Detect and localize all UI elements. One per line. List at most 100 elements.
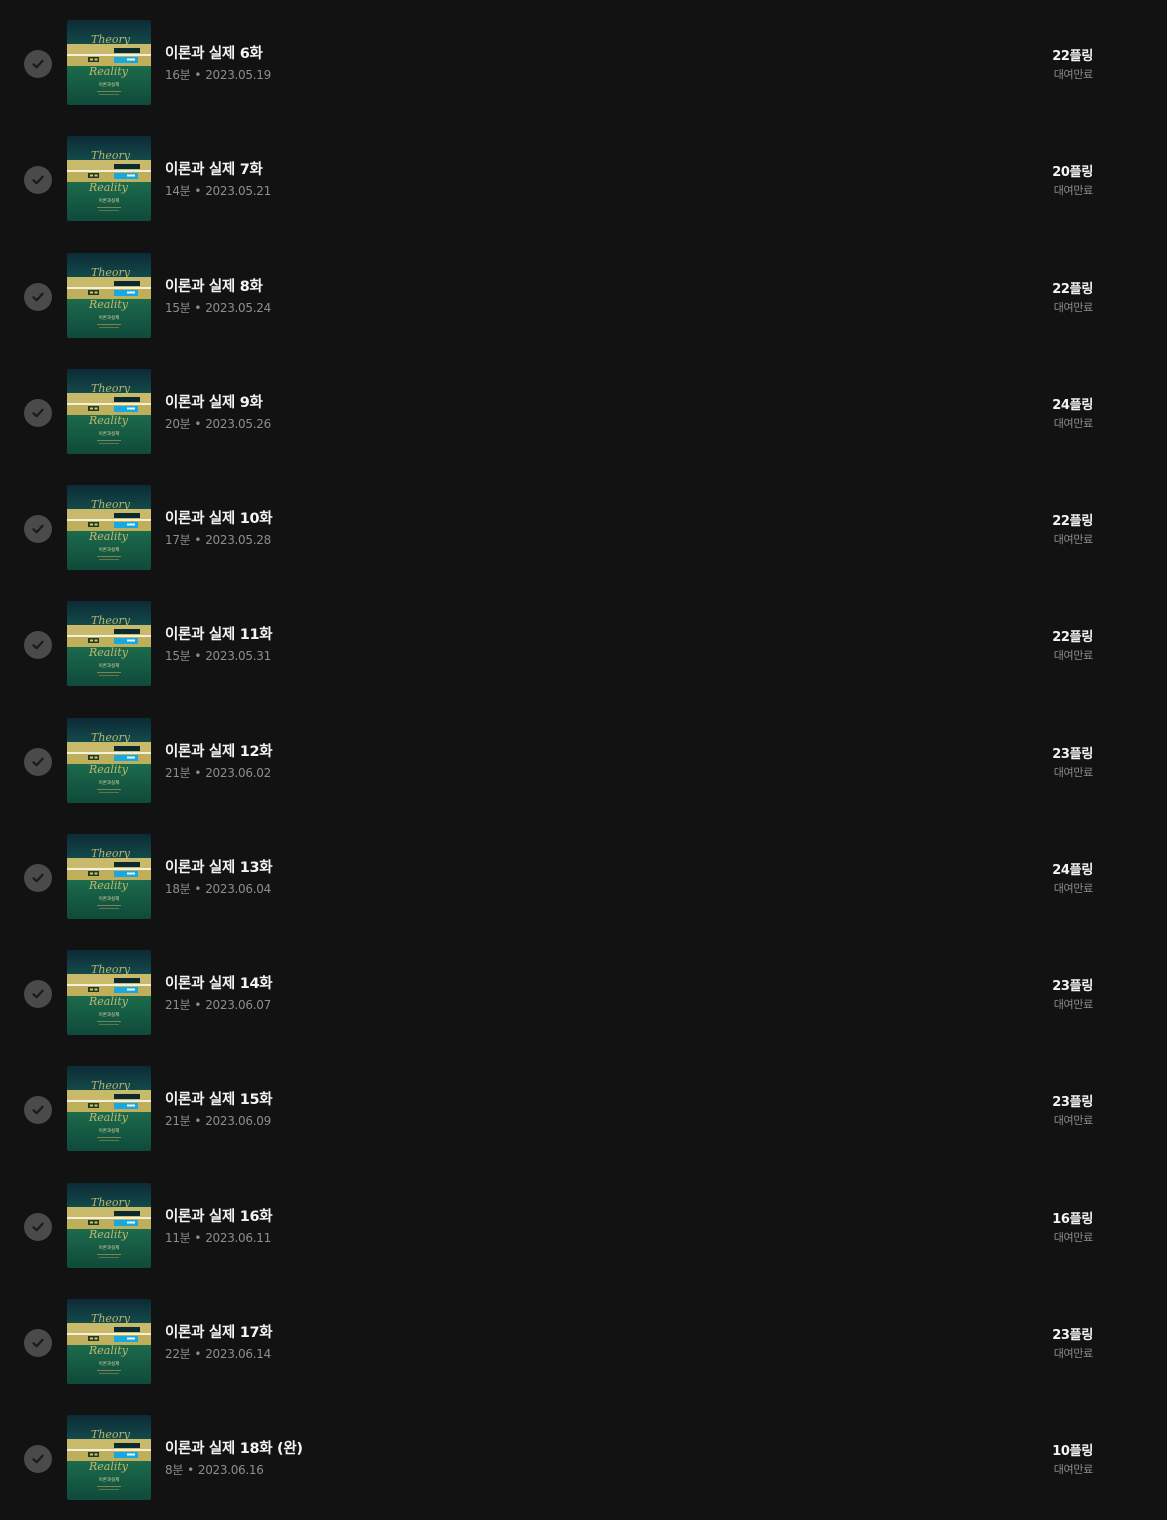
rental-status: 대여만료: [1053, 184, 1094, 197]
episode-date: 2023.05.21: [205, 184, 271, 198]
episode-duration: 21분: [165, 766, 191, 780]
check-circle-icon: [24, 515, 52, 543]
meta-separator: •: [194, 184, 202, 198]
svg-text:이론과실제: 이론과실제: [99, 546, 120, 553]
episode-meta: 21분 • 2023.06.07: [165, 996, 271, 1013]
episode-title[interactable]: 이론과 실제 18화 (완): [165, 1437, 303, 1458]
episode-price: 20플링: [1052, 165, 1093, 180]
episode-thumbnail[interactable]: Theory Reality 이론과실제: [67, 136, 151, 221]
episode-row[interactable]: Theory Reality 이론과실제 이론과 실제 14화 21분 • 2023…: [0, 950, 1167, 1066]
episode-meta: 18분 • 2023.06.04: [165, 880, 271, 897]
svg-text:Theory: Theory: [91, 266, 131, 279]
episode-date: 2023.05.31: [205, 649, 271, 663]
rental-status: 대여만료: [1053, 1347, 1094, 1360]
episode-price: 23플링: [1052, 1328, 1093, 1343]
check-circle-icon: [24, 1329, 52, 1357]
episode-meta: 14분 • 2023.05.21: [165, 182, 271, 199]
meta-separator: •: [194, 1231, 202, 1245]
episode-title[interactable]: 이론과 실제 10화: [165, 507, 273, 528]
svg-text:Theory: Theory: [91, 847, 131, 860]
episode-title[interactable]: 이론과 실제 15화: [165, 1088, 273, 1109]
episode-price: 23플링: [1052, 747, 1093, 762]
episode-thumbnail[interactable]: Theory Reality 이론과실제: [67, 1183, 151, 1268]
episode-thumbnail[interactable]: Theory Reality 이론과실제: [67, 1415, 151, 1500]
rental-status: 대여만료: [1053, 882, 1094, 895]
episode-thumbnail[interactable]: Theory Reality 이론과실제: [67, 950, 151, 1035]
meta-separator: •: [194, 417, 202, 431]
episode-row[interactable]: Theory Reality 이론과실제 이론과 실제 6화 16분 • 2023.…: [0, 20, 1167, 136]
episode-duration: 20분: [165, 417, 191, 431]
episode-row[interactable]: Theory Reality 이론과실제 이론과 실제 9화 20분 • 2023.…: [0, 369, 1167, 485]
episode-meta: 15분 • 2023.05.31: [165, 647, 271, 664]
episode-price: 22플링: [1052, 630, 1093, 645]
episode-thumbnail[interactable]: Theory Reality 이론과실제: [67, 718, 151, 803]
episode-row[interactable]: Theory Reality 이론과실제 이론과 실제 11화 15분 • 2023…: [0, 601, 1167, 717]
episode-title[interactable]: 이론과 실제 6화: [165, 42, 263, 63]
episode-thumbnail[interactable]: Theory Reality 이론과실제: [67, 485, 151, 570]
episode-row[interactable]: Theory Reality 이론과실제 이론과 실제 15화 21분 • 2023…: [0, 1066, 1167, 1182]
episode-duration: 8분: [165, 1463, 184, 1477]
meta-separator: •: [194, 533, 202, 547]
meta-separator: •: [194, 649, 202, 663]
check-circle-icon: [24, 631, 52, 659]
episode-duration: 18분: [165, 882, 191, 896]
episode-price: 23플링: [1052, 1095, 1093, 1110]
episode-row[interactable]: Theory Reality 이론과실제 이론과 실제 12화 21분 • 2023…: [0, 718, 1167, 834]
svg-text:Reality: Reality: [88, 1344, 129, 1357]
rental-status: 대여만료: [1053, 1114, 1094, 1127]
check-circle-icon: [24, 748, 52, 776]
episode-title[interactable]: 이론과 실제 8화: [165, 275, 263, 296]
episode-duration: 15분: [165, 301, 191, 315]
episode-row[interactable]: Theory Reality 이론과실제 이론과 실제 13화 18분 • 2023…: [0, 834, 1167, 950]
svg-text:이론과실제: 이론과실제: [99, 81, 120, 88]
episode-row[interactable]: Theory Reality 이론과실제 이론과 실제 7화 14분 • 2023.…: [0, 136, 1167, 252]
episode-thumbnail[interactable]: Theory Reality 이론과실제: [67, 253, 151, 338]
episode-title[interactable]: 이론과 실제 17화: [165, 1321, 273, 1342]
episode-title[interactable]: 이론과 실제 9화: [165, 391, 263, 412]
episode-row[interactable]: Theory Reality 이론과실제 이론과 실제 17화 22분 • 2023…: [0, 1299, 1167, 1415]
svg-text:Theory: Theory: [91, 1312, 131, 1325]
episode-duration: 21분: [165, 1114, 191, 1128]
svg-text:이론과실제: 이론과실제: [99, 662, 120, 669]
svg-text:이론과실제: 이론과실제: [99, 197, 120, 204]
episode-thumbnail[interactable]: Theory Reality 이론과실제: [67, 369, 151, 454]
episode-row[interactable]: Theory Reality 이론과실제 이론과 실제 18화 (완) 8분 • 2…: [0, 1415, 1167, 1520]
episode-date: 2023.06.04: [205, 882, 271, 896]
episode-meta: 21분 • 2023.06.09: [165, 1112, 271, 1129]
episode-row[interactable]: Theory Reality 이론과실제 이론과 실제 16화 11분 • 2023…: [0, 1183, 1167, 1299]
svg-text:이론과실제: 이론과실제: [99, 430, 120, 437]
episode-thumbnail[interactable]: Theory Reality 이론과실제: [67, 601, 151, 686]
episode-price: 22플링: [1052, 514, 1093, 529]
svg-text:Theory: Theory: [91, 1079, 131, 1092]
svg-text:Theory: Theory: [91, 382, 131, 395]
episode-date: 2023.06.02: [205, 766, 271, 780]
episode-price: 16플링: [1052, 1212, 1093, 1227]
episode-thumbnail[interactable]: Theory Reality 이론과실제: [67, 834, 151, 919]
episode-date: 2023.06.14: [205, 1347, 271, 1361]
check-circle-icon: [24, 50, 52, 78]
episode-title[interactable]: 이론과 실제 11화: [165, 623, 273, 644]
svg-text:Reality: Reality: [88, 879, 129, 892]
svg-text:Reality: Reality: [88, 1111, 129, 1124]
episode-row[interactable]: Theory Reality 이론과실제 이론과 실제 10화 17분 • 2023…: [0, 485, 1167, 601]
episode-meta: 20분 • 2023.05.26: [165, 415, 271, 432]
episode-title[interactable]: 이론과 실제 14화: [165, 972, 273, 993]
svg-text:이론과실제: 이론과실제: [99, 314, 120, 321]
episode-thumbnail[interactable]: Theory Reality 이론과실제: [67, 1299, 151, 1384]
svg-text:Reality: Reality: [88, 1460, 129, 1473]
svg-text:이론과실제: 이론과실제: [99, 895, 120, 902]
episode-meta: 16분 • 2023.05.19: [165, 66, 271, 83]
episode-title[interactable]: 이론과 실제 12화: [165, 740, 273, 761]
episode-row[interactable]: Theory Reality 이론과실제 이론과 실제 8화 15분 • 2023.…: [0, 253, 1167, 369]
episode-title[interactable]: 이론과 실제 16화: [165, 1205, 273, 1226]
episode-title[interactable]: 이론과 실제 13화: [165, 856, 273, 877]
meta-separator: •: [194, 882, 202, 896]
check-circle-icon: [24, 1096, 52, 1124]
episode-date: 2023.05.28: [205, 533, 271, 547]
episode-title[interactable]: 이론과 실제 7화: [165, 158, 263, 179]
episode-thumbnail[interactable]: Theory Reality 이론과실제: [67, 20, 151, 105]
episode-date: 2023.05.26: [205, 417, 271, 431]
episode-thumbnail[interactable]: Theory Reality 이론과실제: [67, 1066, 151, 1151]
episode-duration: 21분: [165, 998, 191, 1012]
svg-text:이론과실제: 이론과실제: [99, 779, 120, 786]
